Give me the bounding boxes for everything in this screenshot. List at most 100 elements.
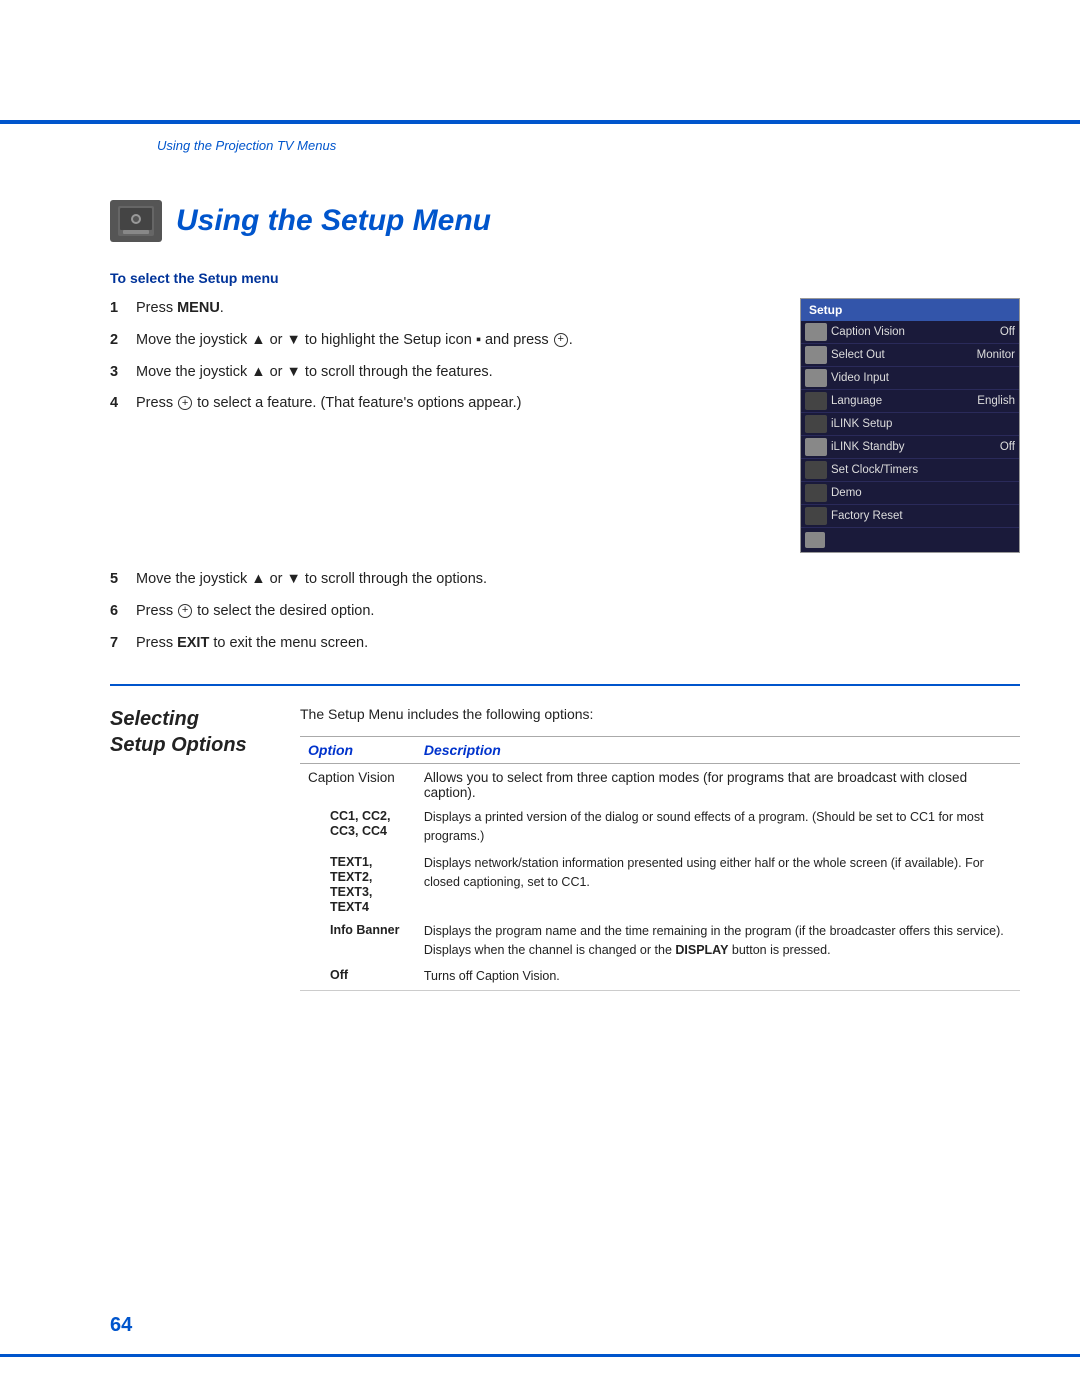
section-divider	[110, 684, 1020, 686]
menu-screenshot: Setup Caption Vision Off Select Out Moni…	[800, 298, 1020, 553]
menu-title-bar: Setup	[801, 299, 1019, 321]
sub-option-cc1-desc: Displays a printed version of the dialog…	[416, 804, 1020, 850]
selecting-right-panel: The Setup Menu includes the following op…	[300, 706, 1020, 991]
step-num-3: 3	[110, 362, 128, 384]
step-num-2: 2	[110, 330, 128, 352]
menu-row-3: Language English	[801, 390, 1019, 413]
menu-row-6: Set Clock/Timers	[801, 459, 1019, 482]
section-title: Using the Setup Menu	[176, 204, 491, 238]
table-row-off: Off Turns off Caption Vision.	[300, 963, 1020, 990]
table-row-text1: TEXT1, TEXT2,TEXT3, TEXT4 Displays netwo…	[300, 850, 1020, 918]
menu-row-label-1: Select Out	[831, 349, 973, 361]
main-content: To select the Setup menu 1 Press MENU. 2…	[110, 270, 1020, 991]
section-icon	[110, 200, 162, 242]
circle-plus-icon-3: +	[178, 604, 192, 618]
step-text-7: Press EXIT to exit the menu screen.	[136, 633, 368, 655]
sub-option-text1-desc: Displays network/station information pre…	[416, 850, 1020, 918]
selecting-title-line2: Setup Options	[110, 734, 247, 756]
step-text-6: Press + to select the desired option.	[136, 601, 374, 623]
option-desc-caption-vision: Allows you to select from three caption …	[416, 764, 1020, 805]
circle-plus-icon-2: +	[178, 396, 192, 410]
step-2: 2 Move the joystick ▲ or ▼ to highlight …	[110, 330, 770, 352]
step-7: 7 Press EXIT to exit the menu screen.	[110, 633, 1020, 655]
page-number: 64	[110, 1314, 132, 1337]
selecting-left-panel: Selecting Setup Options	[110, 706, 270, 991]
menu-row-label-8: Factory Reset	[831, 510, 1011, 522]
menu-row-5: iLINK Standby Off	[801, 436, 1019, 459]
bottom-decorative-line	[0, 1354, 1080, 1357]
menu-title-text: Setup	[809, 303, 842, 317]
table-header-description: Description	[416, 737, 1020, 764]
step-1: 1 Press MENU.	[110, 298, 770, 320]
menu-row-label-4: iLINK Setup	[831, 418, 1011, 430]
steps-continued: 5 Move the joystick ▲ or ▼ to scroll thr…	[110, 569, 1020, 654]
selecting-section: Selecting Setup Options The Setup Menu i…	[110, 706, 1020, 991]
top-decorative-line	[0, 120, 1080, 124]
menu-row-icon-8	[805, 507, 827, 525]
menu-row-value-5: Off	[1000, 441, 1015, 453]
table-row-caption-vision: Caption Vision Allows you to select from…	[300, 764, 1020, 805]
menu-row-icon-6	[805, 461, 827, 479]
page-container: Using the Projection TV Menus Using the …	[0, 0, 1080, 1397]
menu-row-8: Factory Reset	[801, 505, 1019, 528]
sub-heading: To select the Setup menu	[110, 270, 1020, 286]
selecting-title-line1: Selecting	[110, 708, 199, 730]
intro-text: The Setup Menu includes the following op…	[300, 706, 1020, 722]
header-option-text: Option	[308, 742, 353, 758]
sub-option-text1-name: TEXT1, TEXT2,TEXT3, TEXT4	[300, 850, 416, 918]
step-text-5: Move the joystick ▲ or ▼ to scroll throu…	[136, 569, 487, 591]
step-3: 3 Move the joystick ▲ or ▼ to scroll thr…	[110, 362, 770, 384]
sub-option-info-banner-desc: Displays the program name and the time r…	[416, 918, 1020, 964]
menu-row-icon-0	[805, 323, 827, 341]
menu-row-value-1: Monitor	[977, 349, 1015, 361]
menu-row-label-2: Video Input	[831, 372, 1011, 384]
step-num-1: 1	[110, 298, 128, 320]
menu-row-label-6: Set Clock/Timers	[831, 464, 1011, 476]
menu-row-2: Video Input	[801, 367, 1019, 390]
menu-row-7: Demo	[801, 482, 1019, 505]
menu-row-label-7: Demo	[831, 487, 1011, 499]
table-header-row: Option Description	[300, 737, 1020, 764]
steps-area: 1 Press MENU. 2 Move the joystick ▲ or ▼…	[110, 298, 1020, 553]
menu-row-4: iLINK Setup	[801, 413, 1019, 436]
menu-row-label-3: Language	[831, 395, 973, 407]
option-name-caption-vision: Caption Vision	[300, 764, 416, 805]
menu-row-value-3: English	[977, 395, 1015, 407]
table-row-info-banner: Info Banner Displays the program name an…	[300, 918, 1020, 964]
step-text-2: Move the joystick ▲ or ▼ to highlight th…	[136, 330, 573, 352]
step-5: 5 Move the joystick ▲ or ▼ to scroll thr…	[110, 569, 1020, 591]
step-4: 4 Press + to select a feature. (That fea…	[110, 393, 770, 415]
menu-row-value-0: Off	[1000, 326, 1015, 338]
menu-row-icon-3	[805, 392, 827, 410]
menu-row-icon-5	[805, 438, 827, 456]
step-text-3: Move the joystick ▲ or ▼ to scroll throu…	[136, 362, 493, 384]
selecting-left-title: Selecting Setup Options	[110, 706, 270, 758]
breadcrumb: Using the Projection TV Menus	[157, 138, 336, 153]
steps-list: 1 Press MENU. 2 Move the joystick ▲ or ▼…	[110, 298, 770, 553]
menu-row-icon-2	[805, 369, 827, 387]
circle-plus-icon: +	[554, 333, 568, 347]
step-text-1: Press MENU.	[136, 298, 224, 320]
sub-option-cc1-name: CC1, CC2,CC3, CC4	[300, 804, 416, 850]
menu-row-label-5: iLINK Standby	[831, 441, 996, 453]
step-num-4: 4	[110, 393, 128, 415]
menu-row-icon-9	[805, 532, 825, 548]
menu-row-icon-1	[805, 346, 827, 364]
breadcrumb-text: Using the Projection TV Menus	[157, 138, 336, 153]
sub-option-off-name: Off	[300, 963, 416, 990]
section-title-row: Using the Setup Menu	[110, 200, 491, 242]
menu-row-1: Select Out Monitor	[801, 344, 1019, 367]
table-header-option: Option	[300, 737, 416, 764]
step-num-6: 6	[110, 601, 128, 623]
step-num-5: 5	[110, 569, 128, 591]
table-row-cc1: CC1, CC2,CC3, CC4 Displays a printed ver…	[300, 804, 1020, 850]
options-table: Option Description Caption Vision	[300, 736, 1020, 991]
step-text-4: Press + to select a feature. (That featu…	[136, 393, 522, 415]
menu-row-icon-7	[805, 484, 827, 502]
step-6: 6 Press + to select the desired option.	[110, 601, 1020, 623]
menu-row-label-0: Caption Vision	[831, 326, 996, 338]
menu-row-9	[801, 528, 1019, 552]
step-num-7: 7	[110, 633, 128, 655]
setup-icon	[118, 206, 154, 236]
menu-row-0: Caption Vision Off	[801, 321, 1019, 344]
